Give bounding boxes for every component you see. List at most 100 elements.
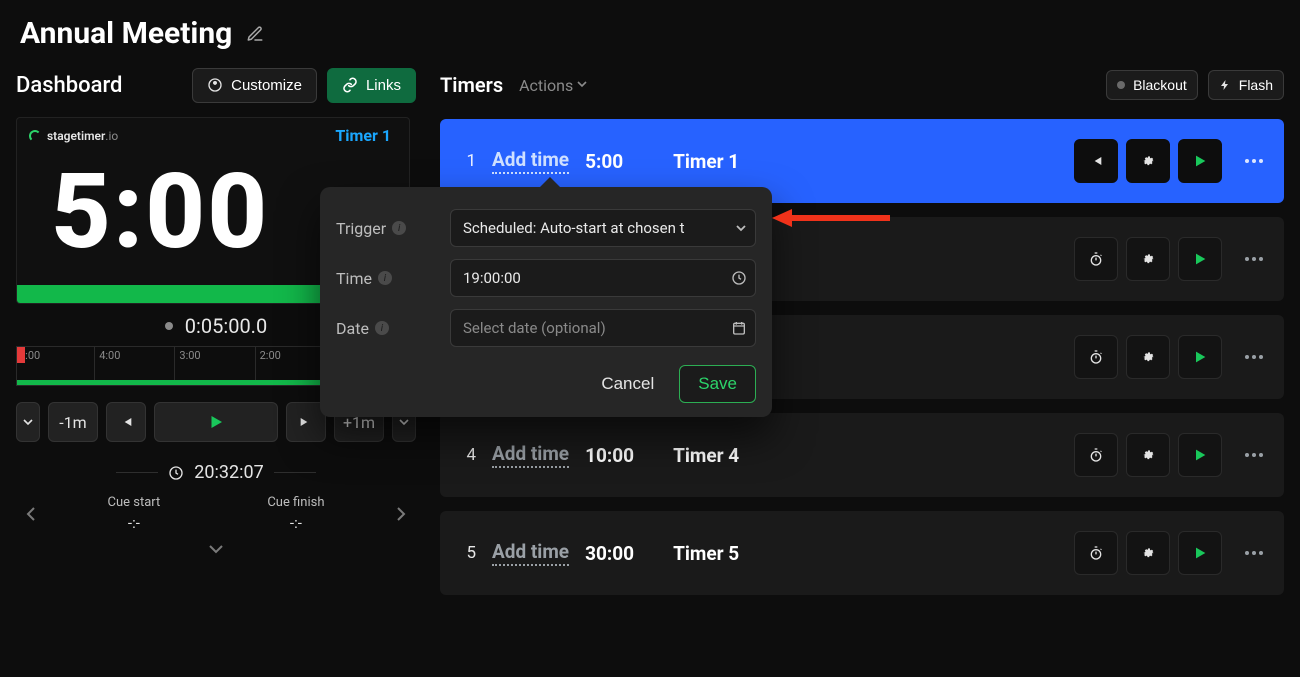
- links-label: Links: [366, 77, 401, 94]
- row-more-menu[interactable]: [1238, 533, 1266, 573]
- add-time-button[interactable]: Add time: [492, 540, 569, 566]
- cue-prev-button[interactable]: [16, 506, 46, 522]
- timer-row[interactable]: 4 Add time 10:00 Timer 4: [440, 413, 1284, 497]
- chevron-down-icon: [735, 223, 747, 233]
- minus-1m-label: -1m: [59, 413, 86, 432]
- minus-1m-button[interactable]: -1m: [48, 402, 98, 442]
- flash-label: Flash: [1239, 77, 1273, 93]
- offset-menu-left[interactable]: [16, 402, 40, 442]
- popover-time-input[interactable]: 19:00:00: [450, 259, 756, 297]
- cue-next-button[interactable]: [386, 506, 416, 522]
- row-stopwatch-button[interactable]: [1074, 433, 1118, 477]
- popover-save-button[interactable]: Save: [679, 365, 756, 403]
- row-play-button[interactable]: [1178, 237, 1222, 281]
- customize-button[interactable]: Customize: [192, 68, 317, 103]
- row-more-menu[interactable]: [1238, 435, 1266, 475]
- info-icon[interactable]: i: [392, 221, 406, 235]
- calendar-icon: [731, 320, 747, 336]
- add-time-button[interactable]: Add time: [492, 148, 569, 174]
- timer-row-index: 5: [458, 543, 476, 563]
- timer-name: Timer 1: [673, 150, 739, 173]
- page-header: Annual Meeting: [16, 10, 1284, 63]
- popover-time-label: Time: [336, 269, 372, 288]
- customize-label: Customize: [231, 77, 302, 94]
- row-more-menu[interactable]: [1238, 337, 1266, 377]
- cue-start-value: -:-: [108, 514, 161, 532]
- brand-logo: stagetimer.io: [29, 129, 118, 143]
- row-play-button[interactable]: [1178, 531, 1222, 575]
- expand-cues-button[interactable]: [16, 544, 416, 554]
- timer-row-index: 1: [458, 151, 476, 171]
- preview-big-time: 5:00: [17, 145, 297, 285]
- dashboard-header: Dashboard Customize Links: [16, 63, 416, 107]
- cue-finish-value: -:-: [267, 514, 324, 532]
- preview-timer-name: Timer 1: [335, 126, 391, 145]
- row-play-button[interactable]: [1178, 433, 1222, 477]
- live-dot-icon: [165, 322, 173, 330]
- popover-trigger-value: Scheduled: Auto-start at chosen t: [463, 219, 685, 237]
- row-settings-button[interactable]: [1126, 531, 1170, 575]
- page-title: Annual Meeting: [20, 16, 232, 51]
- cue-finish-label: Cue finish: [267, 495, 324, 510]
- popover-cancel-button[interactable]: Cancel: [586, 365, 669, 403]
- brand-name-a: stagetimer: [47, 129, 105, 143]
- popover-save-label: Save: [698, 374, 737, 393]
- row-stopwatch-button[interactable]: [1074, 335, 1118, 379]
- row-more-menu[interactable]: [1238, 141, 1266, 181]
- row-stopwatch-button[interactable]: [1074, 531, 1118, 575]
- prev-button[interactable]: [106, 402, 146, 442]
- info-icon[interactable]: i: [375, 321, 389, 335]
- row-more-menu[interactable]: [1238, 239, 1266, 279]
- timer-name: Timer 5: [673, 542, 739, 565]
- add-time-button[interactable]: Add time: [492, 442, 569, 468]
- timers-actions-dropdown[interactable]: Actions: [519, 76, 587, 95]
- row-play-button[interactable]: [1178, 139, 1222, 183]
- info-icon[interactable]: i: [378, 271, 392, 285]
- row-settings-button[interactable]: [1126, 433, 1170, 477]
- timer-row[interactable]: 5 Add time 30:00 Timer 5: [440, 511, 1284, 595]
- clock-icon: [731, 270, 747, 286]
- blackout-button[interactable]: Blackout: [1106, 70, 1198, 100]
- row-settings-button[interactable]: [1126, 139, 1170, 183]
- dashboard-label: Dashboard: [16, 73, 122, 98]
- row-play-button[interactable]: [1178, 335, 1222, 379]
- wall-clock-row: 20:32:07: [16, 462, 416, 483]
- flash-button[interactable]: Flash: [1208, 70, 1284, 100]
- timer-duration: 30:00: [585, 542, 657, 565]
- popover-trigger-select[interactable]: Scheduled: Auto-start at chosen t: [450, 209, 756, 247]
- brand-name-b: .io: [105, 129, 118, 143]
- popover-date-input[interactable]: Select date (optional): [450, 309, 756, 347]
- play-button[interactable]: [154, 402, 278, 442]
- timeline-fill-green: [17, 380, 343, 385]
- popover-trigger-label: Trigger: [336, 219, 386, 238]
- row-settings-button[interactable]: [1126, 335, 1170, 379]
- row-prev-button[interactable]: [1074, 139, 1118, 183]
- timers-header: Timers Actions Blackout Flash: [440, 63, 1284, 107]
- timers-actions-label: Actions: [519, 76, 573, 95]
- brand-ring-icon: [29, 130, 41, 142]
- timer-duration: 10:00: [585, 444, 657, 467]
- timer-row-index: 4: [458, 445, 476, 465]
- schedule-popover: Trigger i Scheduled: Auto-start at chose…: [320, 187, 772, 417]
- blackout-dot-icon: [1117, 81, 1125, 89]
- row-settings-button[interactable]: [1126, 237, 1170, 281]
- flash-icon: [1219, 78, 1231, 92]
- timeline-marker-start: [17, 347, 25, 363]
- edit-title-icon[interactable]: [246, 25, 264, 43]
- blackout-label: Blackout: [1133, 77, 1187, 93]
- timer-name: Timer 4: [673, 444, 739, 467]
- timers-label: Timers: [440, 73, 503, 97]
- row-stopwatch-button[interactable]: [1074, 237, 1118, 281]
- popover-date-placeholder: Select date (optional): [463, 319, 606, 337]
- popover-time-value: 19:00:00: [463, 269, 521, 287]
- links-button[interactable]: Links: [327, 68, 416, 103]
- timecode: 0:05:00.0: [185, 314, 267, 338]
- timer-duration: 5:00: [585, 150, 657, 173]
- divider-right: [274, 472, 316, 473]
- clock-icon: [168, 465, 184, 481]
- cue-start-label: Cue start: [108, 495, 161, 510]
- cues-nav: Cue start -:- Cue finish -:-: [16, 495, 416, 532]
- wall-clock: 20:32:07: [194, 462, 263, 483]
- popover-cancel-label: Cancel: [601, 374, 654, 393]
- popover-date-label: Date: [336, 319, 369, 338]
